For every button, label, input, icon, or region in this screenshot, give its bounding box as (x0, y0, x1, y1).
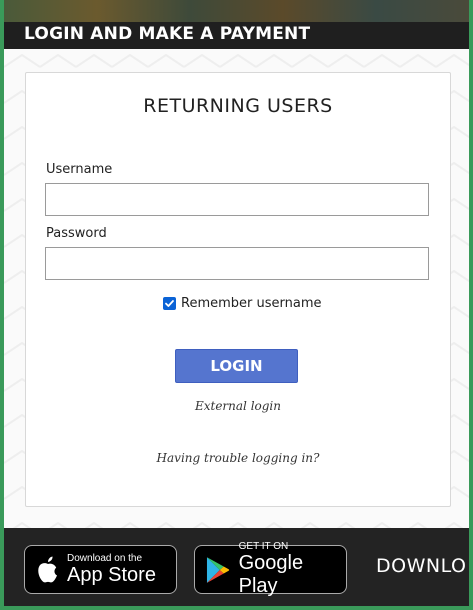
username-input[interactable] (45, 183, 429, 216)
google-play-big-text: Google Play (238, 552, 304, 597)
google-play-badge[interactable]: GET IT ON Google Play (194, 541, 347, 597)
page-frame: LOGIN AND MAKE A PAYMENT RETURNING USERS… (4, 0, 469, 606)
password-input[interactable] (45, 247, 429, 280)
remember-username-row[interactable]: Remember username (163, 296, 322, 311)
download-app-text: DOWNLO (376, 555, 467, 577)
password-label: Password (46, 226, 107, 241)
checkmark-icon (165, 300, 174, 307)
apple-icon (38, 556, 57, 582)
trouble-logging-in-link[interactable]: Having trouble logging in? (26, 451, 450, 465)
app-store-big-text: App Store (67, 563, 156, 586)
login-button[interactable]: LOGIN (175, 349, 298, 383)
google-play-small-text: GET IT ON (238, 541, 289, 552)
google-play-icon (206, 556, 230, 583)
app-store-badge[interactable]: Download on the App Store (24, 545, 177, 594)
app-store-small-text: Download on the (67, 552, 143, 564)
username-label: Username (46, 162, 113, 177)
page-title: LOGIN AND MAKE A PAYMENT (24, 24, 311, 44)
external-login-link[interactable]: External login (26, 399, 450, 413)
remember-username-label: Remember username (181, 296, 322, 311)
footer: Download on the App Store GET IT ON Goog… (4, 528, 469, 606)
remember-username-checkbox[interactable] (163, 297, 176, 310)
login-card: RETURNING USERS Username Password Rememb… (25, 72, 451, 507)
login-card-title: RETURNING USERS (143, 95, 333, 117)
